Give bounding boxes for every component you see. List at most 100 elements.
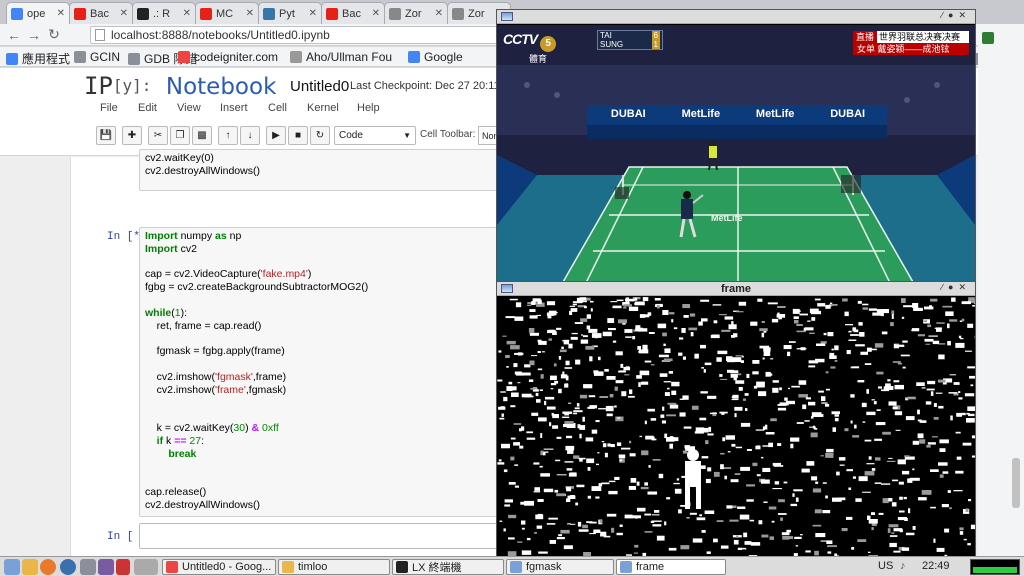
firefox-icon[interactable]: [40, 559, 56, 575]
workspace-icon[interactable]: [98, 559, 114, 575]
player-1-points: 6: [651, 31, 660, 40]
menu-item[interactable]: Kernel: [307, 102, 339, 114]
run-icon[interactable]: ▶: [266, 126, 286, 145]
insert-cell-icon[interactable]: ✚: [122, 126, 142, 145]
page-icon: [452, 7, 464, 20]
youtube-icon: [200, 7, 212, 20]
bookmark-label: codeigniter.com: [194, 50, 279, 64]
ad-board-text: MetLife: [755, 108, 795, 120]
browser-tab[interactable]: Bac ✕: [69, 2, 133, 24]
app-icon[interactable]: [116, 559, 130, 575]
cell-toolbar-label: Cell Toolbar:: [420, 129, 476, 140]
code-cell-empty[interactable]: [139, 523, 511, 549]
back-button[interactable]: ←: [4, 27, 24, 43]
bookmark-item[interactable]: codeigniter.com: [178, 50, 278, 64]
taskbar-task[interactable]: timloo: [278, 559, 390, 575]
checkpoint-status: Last Checkpoint: Dec 27 20:11 (a: [350, 80, 513, 92]
taskbar-task[interactable]: fgmask: [506, 559, 614, 575]
menu-item[interactable]: Help: [357, 102, 380, 114]
bookmark-item[interactable]: 應用程式: [6, 50, 70, 67]
menu-item[interactable]: Cell: [268, 102, 287, 114]
close-icon[interactable]: ✕: [183, 8, 191, 19]
code-cell-main[interactable]: Import numpy as np Import cv2 cap = cv2.…: [139, 227, 511, 517]
mask-noise-pattern: [497, 297, 975, 559]
python-icon: [263, 7, 275, 20]
window-icon: [620, 561, 632, 573]
taskbar-task[interactable]: LX 終端機: [392, 559, 504, 575]
extension-icon[interactable]: [982, 32, 994, 44]
cut-icon[interactable]: ✂: [148, 126, 168, 145]
move-down-icon[interactable]: ↓: [240, 126, 260, 145]
volume-icon[interactable]: ♪: [900, 560, 906, 572]
video-window-titlebar[interactable]: ∕●✕: [497, 10, 975, 24]
browser-icon[interactable]: [60, 559, 76, 575]
forward-button[interactable]: →: [24, 27, 44, 43]
folder-icon: [74, 51, 86, 63]
close-icon[interactable]: ✕: [57, 8, 65, 19]
ipython-logo[interactable]: IP[y]: Notebook: [84, 72, 276, 100]
youtube-icon: [74, 7, 86, 20]
cell-type-select[interactable]: Code ▼: [334, 126, 416, 145]
court-sponsor-text: MetLife: [711, 213, 743, 223]
bookmark-label: 應用程式: [22, 52, 71, 66]
browser-tab[interactable]: Bac ✕: [321, 2, 385, 24]
window-controls[interactable]: ∕●✕: [942, 282, 971, 293]
workspace-switcher[interactable]: [134, 559, 158, 575]
stop-icon[interactable]: ■: [288, 126, 308, 145]
taskbar-task[interactable]: Untitled0 - Goog...: [162, 559, 276, 575]
paste-icon[interactable]: ▩: [192, 126, 212, 145]
reload-button[interactable]: ↻: [44, 26, 64, 43]
desktop-icon[interactable]: [80, 559, 96, 575]
close-icon[interactable]: ✕: [120, 8, 128, 19]
browser-tab[interactable]: Zor ✕: [384, 2, 448, 24]
file-manager-icon[interactable]: [22, 559, 38, 575]
save-icon[interactable]: 💾: [96, 126, 116, 145]
event-subtitle: 女单 戴姿颖——成池铉: [853, 43, 969, 55]
browser-tab[interactable]: Pyt ✕: [258, 2, 322, 24]
menu-item[interactable]: View: [177, 102, 201, 114]
restart-icon[interactable]: ↻: [310, 126, 330, 145]
channel-sub-text: 體育: [529, 54, 548, 64]
bookmark-item[interactable]: GCIN: [74, 50, 120, 64]
clock[interactable]: 22:49: [922, 560, 950, 572]
cctv-logo-text: CCTV: [503, 31, 538, 47]
ad-board-text: DUBAI: [830, 108, 866, 120]
event-title: 世界羽联总决赛决赛: [877, 31, 969, 43]
code-cell-previous[interactable]: cv2.waitKey(0) cv2.destroyAllWindows(): [139, 149, 511, 191]
window-icon: [501, 284, 513, 293]
start-menu-icon[interactable]: [4, 559, 20, 575]
player-1-name: TAI: [600, 31, 612, 40]
logo-ip-text: IP: [84, 72, 113, 100]
browser-tab-label: Bac: [342, 7, 361, 20]
bookmark-item[interactable]: Google: [408, 50, 463, 64]
browser-tab-label: ope: [27, 7, 46, 20]
address-bar[interactable]: localhost:8888/notebooks/Untitled0.ipynb: [90, 26, 510, 44]
copy-icon[interactable]: ❐: [170, 126, 190, 145]
close-icon[interactable]: ✕: [435, 8, 443, 19]
browser-tab[interactable]: MC ✕: [195, 2, 259, 24]
keyboard-layout[interactable]: US: [878, 560, 893, 572]
close-icon[interactable]: ✕: [309, 8, 317, 19]
score-row-1: TAI 6: [598, 31, 662, 40]
close-icon[interactable]: ✕: [246, 8, 254, 19]
close-icon[interactable]: ✕: [372, 8, 380, 19]
frame-window-titlebar[interactable]: frame ∕●✕: [497, 282, 975, 296]
menu-item[interactable]: Edit: [138, 102, 157, 114]
foreground-mask-image: [497, 297, 975, 559]
browser-tab[interactable]: .: R ✕: [132, 2, 196, 24]
scrollbar-thumb[interactable]: [1012, 458, 1020, 508]
taskbar-task-label: Untitled0 - Goog...: [182, 561, 272, 573]
taskbar-task[interactable]: frame: [616, 559, 726, 575]
window-controls[interactable]: ∕●✕: [942, 10, 971, 21]
video-window[interactable]: ∕●✕ DUBAI MetLife MetLife DUBAI MetLife …: [496, 9, 976, 289]
menu-item[interactable]: File: [100, 102, 118, 114]
move-up-icon[interactable]: ↑: [218, 126, 238, 145]
cpu-monitor: [970, 559, 1020, 575]
browser-tab-label: MC: [216, 7, 234, 20]
cell-type-value: Code: [339, 130, 363, 141]
frame-window[interactable]: frame ∕●✕: [496, 281, 976, 559]
browser-tab[interactable]: ope ✕: [6, 2, 70, 24]
notebook-title[interactable]: Untitled0: [290, 78, 349, 95]
menu-item[interactable]: Insert: [220, 102, 248, 114]
bookmark-item[interactable]: Aho/Ullman Fou: [290, 50, 392, 64]
